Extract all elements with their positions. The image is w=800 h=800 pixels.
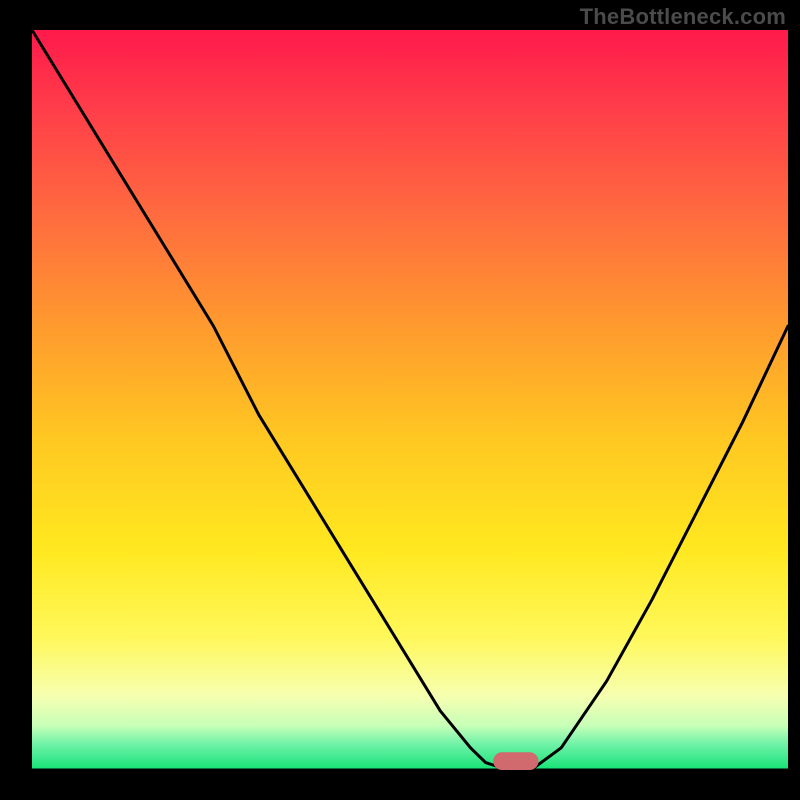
watermark-text: TheBottleneck.com	[580, 4, 786, 30]
chart-frame: TheBottleneck.com	[0, 0, 800, 800]
bottleneck-chart	[0, 0, 800, 800]
optimal-marker	[493, 752, 538, 770]
